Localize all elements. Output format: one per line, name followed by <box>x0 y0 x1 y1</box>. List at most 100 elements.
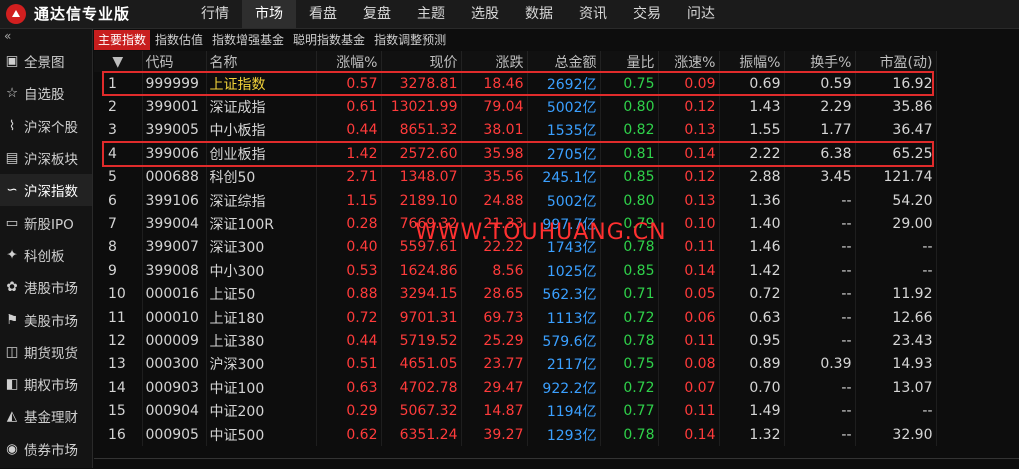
cell-8: 0.06 <box>658 305 720 330</box>
star-icon: ☆ <box>5 85 19 102</box>
column-header-8[interactable]: 涨速% <box>658 51 720 72</box>
sidebar-item-label: 期权市场 <box>24 378 78 395</box>
cell-0: 13 <box>94 352 143 377</box>
tab-0[interactable]: 主要指数 <box>94 30 151 50</box>
cell-4: 2189.10 <box>381 188 462 213</box>
tab-2[interactable]: 指数增强基金 <box>208 30 288 50</box>
cell-1: 399007 <box>142 235 207 260</box>
cell-7: 0.82 <box>600 118 659 143</box>
sidebar-item-11[interactable]: ◭ 基金理财 <box>0 400 92 432</box>
cell-10: -- <box>784 399 856 423</box>
cell-10: -- <box>784 305 856 330</box>
cell-8: 0.05 <box>658 282 720 306</box>
sidebar-item-3[interactable]: ▤ 沪深板块 <box>0 142 92 174</box>
column-header-11[interactable]: 市盈(动) <box>855 51 937 72</box>
tab-4[interactable]: 指数调整预测 <box>370 30 450 50</box>
sidebar-item-2[interactable]: ⌇ 沪深个股 <box>0 110 92 142</box>
sidebar-item-9[interactable]: ◫ 期货现货 <box>0 336 92 368</box>
table-row[interactable]: 14 000903 中证100 0.63 4702.78 29.47 922.2亿 0.72 0… <box>94 376 937 400</box>
cell-5: 69.73 <box>461 305 528 330</box>
cell-5: 25.29 <box>461 329 528 353</box>
table-row[interactable]: 3 399005 中小板指 0.44 8651.32 38.01 1535亿 0.82 0.13… <box>94 118 937 143</box>
app-logo-icon <box>6 4 26 24</box>
menu-item-1[interactable]: 市场 <box>242 0 296 28</box>
menu-item-7[interactable]: 资讯 <box>566 0 620 28</box>
cell-7: 0.85 <box>600 165 659 189</box>
sidebar-item-label: 美股市场 <box>24 313 78 330</box>
sidebar-item-0[interactable]: ▣ 全景图 <box>0 45 92 77</box>
cell-10: -- <box>784 329 856 353</box>
menu-item-5[interactable]: 选股 <box>458 0 512 28</box>
column-header-9[interactable]: 振幅% <box>719 51 785 72</box>
column-header-5[interactable]: 涨跌 <box>461 51 528 72</box>
cell-9: 0.63 <box>719 305 785 330</box>
table-row[interactable]: 15 000904 中证200 0.29 5067.32 14.87 1194亿 0.77 0.… <box>94 399 937 423</box>
cell-3: 0.72 <box>316 305 382 330</box>
sidebar-item-label: 科创板 <box>24 248 65 265</box>
table-row[interactable]: 11 000010 上证180 0.72 9701.31 69.73 1113亿 0.72 0.… <box>94 305 937 330</box>
cell-2: 科创50 <box>206 165 317 189</box>
menu-item-6[interactable]: 数据 <box>512 0 566 28</box>
cell-1: 000903 <box>142 376 207 400</box>
cell-0: 9 <box>94 259 143 283</box>
sidebar-item-1[interactable]: ☆ 自选股 <box>0 77 92 109</box>
sidebar: « ▣ 全景图 ☆ 自选股 ⌇ 沪深个股 ▤ 沪深板块 ∽ 沪深指数 ▭ 新股IPO ✦ 科创板 ✿ 港股市场… <box>0 29 93 468</box>
menu-item-0[interactable]: 行情 <box>188 0 242 28</box>
table-row[interactable]: 9 399008 中小300 0.53 1624.86 8.56 1025亿 0.85 0.14… <box>94 259 937 283</box>
sidebar-item-4[interactable]: ∽ 沪深指数 <box>0 174 92 207</box>
menu-item-4[interactable]: 主题 <box>404 0 458 28</box>
cell-4: 5067.32 <box>381 399 462 423</box>
column-header-7[interactable]: 量比 <box>600 51 659 72</box>
table-row[interactable]: 2 399001 深证成指 0.61 13021.99 79.04 5002亿 0.80 0.1… <box>94 95 937 119</box>
cell-3: 0.88 <box>316 282 382 306</box>
table-row[interactable]: 6 399106 深证综指 1.15 2189.10 24.88 5002亿 0.80 0.13… <box>94 188 937 213</box>
column-header-4[interactable]: 现价 <box>381 51 462 72</box>
table-row[interactable]: 5 000688 科创50 2.71 1348.07 35.56 245.1亿 0.85 0.1… <box>94 165 937 189</box>
cell-0: 5 <box>94 165 143 189</box>
sidebar-item-12[interactable]: ◉ 债券市场 <box>0 433 92 465</box>
column-header-3[interactable]: 涨幅% <box>316 51 382 72</box>
table-row[interactable]: 4 399006 创业板指 1.42 2572.60 35.98 2705亿 0.81 0.14… <box>94 142 937 166</box>
cell-0: 15 <box>94 399 143 423</box>
tab-3[interactable]: 聪明指数基金 <box>289 30 369 50</box>
menu-item-2[interactable]: 看盘 <box>296 0 350 28</box>
menu-item-3[interactable]: 复盘 <box>350 0 404 28</box>
star-market-icon: ✦ <box>6 246 18 263</box>
cell-7: 0.77 <box>600 399 659 423</box>
column-header-0[interactable]: ▼ <box>94 51 143 72</box>
sidebar-item-6[interactable]: ✦ 科创板 <box>0 239 92 271</box>
table-row[interactable]: 1 999999 上证指数 0.57 3278.81 18.46 2692亿 0.75 0.09… <box>94 72 937 96</box>
sidebar-item-label: 债券市场 <box>24 442 78 459</box>
cell-1: 399006 <box>142 142 207 166</box>
cell-0: 14 <box>94 376 143 400</box>
sidebar-item-7[interactable]: ✿ 港股市场 <box>0 271 92 303</box>
cell-5: 35.98 <box>461 142 528 166</box>
table-row[interactable]: 10 000016 上证50 0.88 3294.15 28.65 562.3亿 0.71 0.… <box>94 282 937 306</box>
cell-7: 0.78 <box>600 329 659 353</box>
column-header-6[interactable]: 总金额 <box>527 51 601 72</box>
cell-2: 深证300 <box>206 235 317 260</box>
cell-11: 54.20 <box>855 188 937 213</box>
cell-8: 0.09 <box>658 72 720 96</box>
menu-item-8[interactable]: 交易 <box>620 0 674 28</box>
table-row[interactable]: 16 000905 中证500 0.62 6351.24 39.27 1293亿 0.78 0.… <box>94 422 937 447</box>
sidebar-item-10[interactable]: ◧ 期权市场 <box>0 368 92 400</box>
cell-1: 399001 <box>142 95 207 119</box>
table-row[interactable]: 12 000009 上证380 0.44 5719.52 25.29 579.6亿 0.78 0… <box>94 329 937 353</box>
cell-11: 14.93 <box>855 352 937 377</box>
column-header-1[interactable]: 代码 <box>142 51 207 72</box>
sidebar-item-8[interactable]: ⚑ 美股市场 <box>0 303 92 335</box>
cell-2: 中小300 <box>206 259 317 283</box>
cell-9: 1.42 <box>719 259 785 283</box>
cell-3: 0.51 <box>316 352 382 377</box>
sidebar-item-5[interactable]: ▭ 新股IPO <box>0 206 92 238</box>
column-header-2[interactable]: 名称 <box>206 51 317 72</box>
tab-1[interactable]: 指数估值 <box>151 30 207 50</box>
cell-10: 2.29 <box>784 95 856 119</box>
table-row[interactable]: 13 000300 沪深300 0.51 4651.05 23.77 2117亿 0.75 0.… <box>94 352 937 377</box>
cell-4: 2572.60 <box>381 142 462 166</box>
collapse-sidebar-icon[interactable]: « <box>0 29 92 45</box>
menu-item-9[interactable]: 问达 <box>674 0 728 28</box>
cell-8: 0.12 <box>658 95 720 119</box>
column-header-10[interactable]: 换手% <box>784 51 856 72</box>
